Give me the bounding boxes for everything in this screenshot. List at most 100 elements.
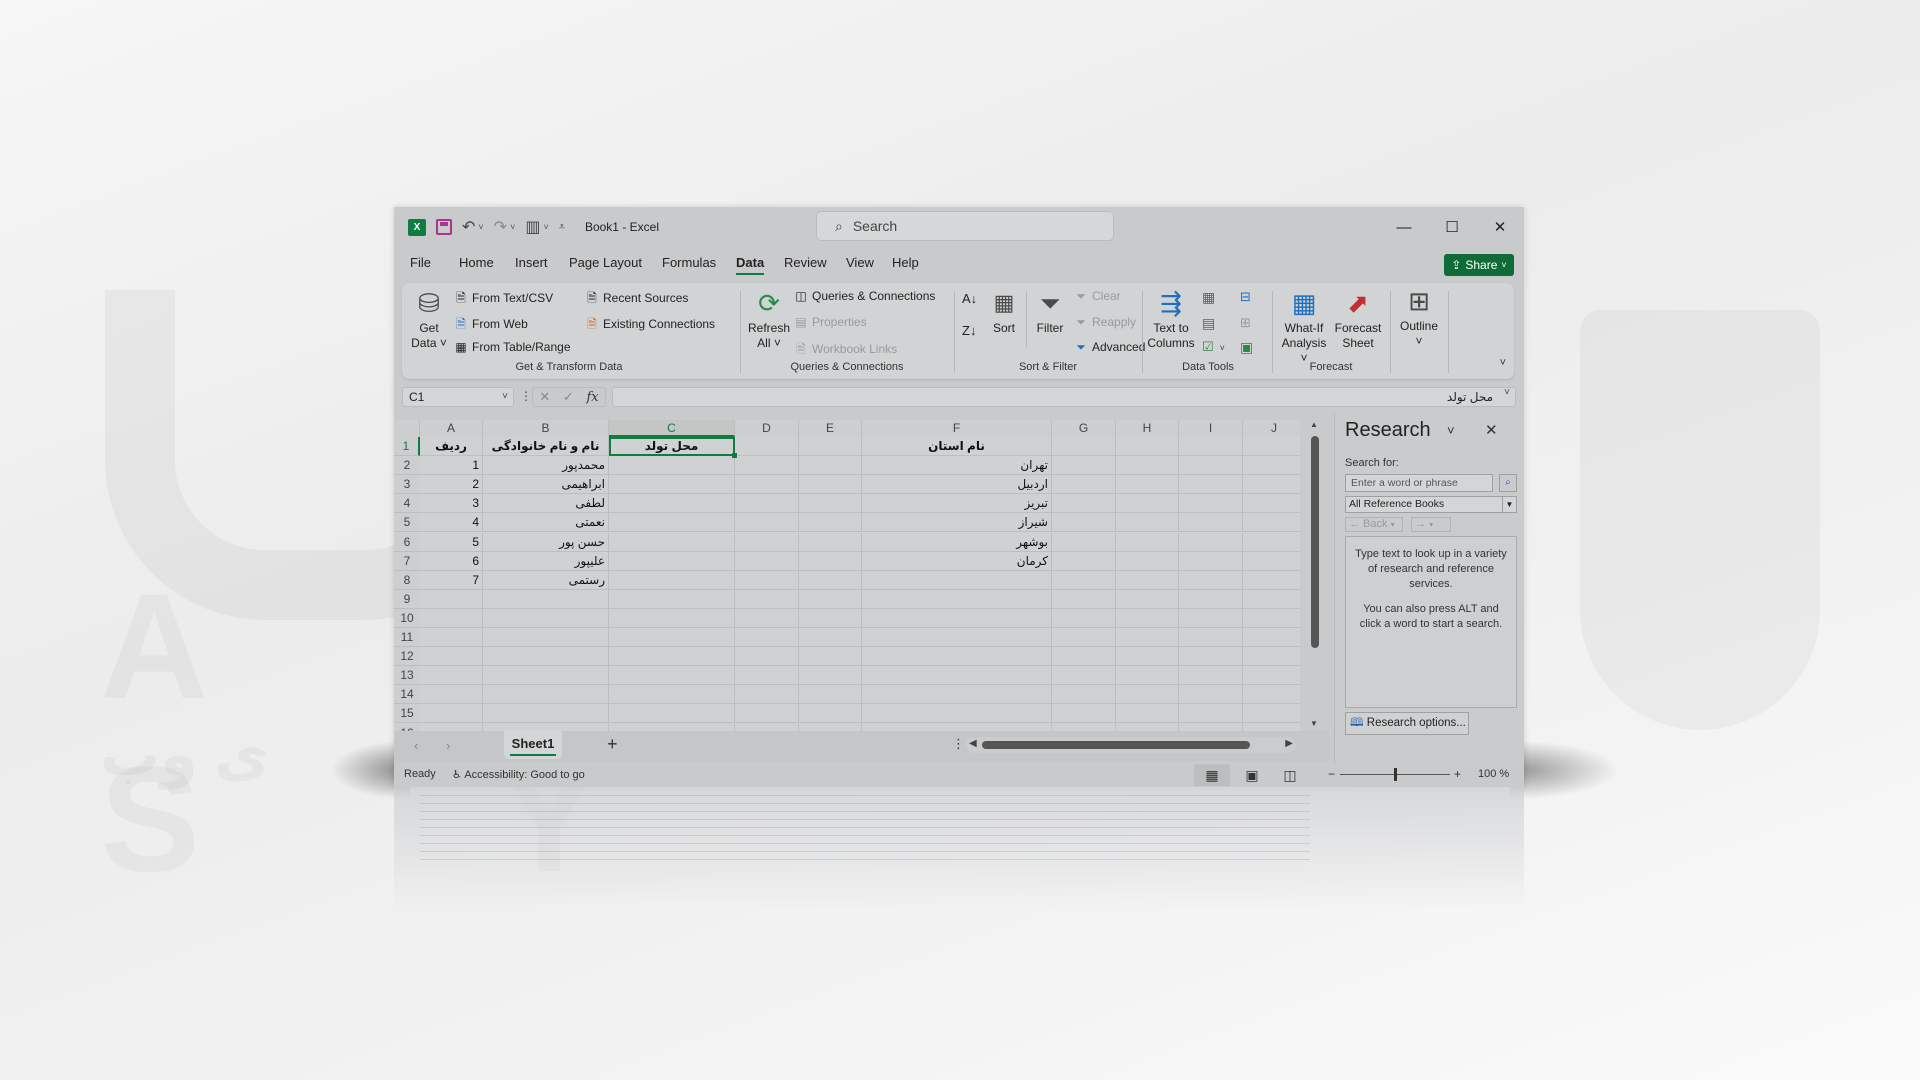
cell-b4[interactable]: لطفی [483, 494, 609, 514]
cell-f3[interactable]: اردبیل [862, 475, 1052, 495]
cell-i9[interactable] [1179, 589, 1243, 609]
cell-b9[interactable] [483, 589, 609, 609]
manage-data-model-button[interactable]: ▣ [1240, 339, 1253, 356]
zoom-out-button[interactable]: − [1328, 767, 1335, 781]
cell-h4[interactable] [1116, 494, 1179, 514]
tab-review[interactable]: Review [784, 255, 827, 270]
cell-h8[interactable] [1116, 570, 1179, 590]
cell-a7[interactable]: 6 [420, 551, 483, 571]
cell-b12[interactable] [483, 647, 609, 667]
from-text-csv-button[interactable]: 🗎 From Text/CSV [454, 289, 553, 310]
cell-j13[interactable] [1243, 666, 1300, 686]
name-box-dropdown-icon[interactable]: ˅ [502, 388, 508, 406]
cell-j8[interactable] [1243, 571, 1300, 590]
tab-view[interactable]: View [846, 255, 874, 270]
column-header-b[interactable]: B [483, 420, 609, 437]
cell-a15[interactable] [420, 704, 483, 724]
cell-j3[interactable] [1243, 475, 1300, 495]
horizontal-scrollbar[interactable]: ◀ ▶ [966, 737, 1296, 753]
cell-d14[interactable] [735, 685, 799, 705]
cell-d8[interactable] [735, 570, 799, 590]
column-header-f[interactable]: F [862, 420, 1052, 437]
scroll-left-icon[interactable]: ◀ [969, 738, 977, 749]
cell-g15[interactable] [1052, 704, 1116, 724]
cell-c2[interactable] [609, 456, 735, 476]
cell-c9[interactable] [609, 589, 735, 609]
cell-i14[interactable] [1179, 685, 1243, 705]
cell-a2[interactable]: 1 [420, 456, 483, 476]
sort-z-a-button[interactable]: Z↓ [962, 323, 976, 338]
cell-e10[interactable] [799, 608, 862, 628]
cell-b15[interactable] [483, 704, 609, 724]
cell-b14[interactable] [483, 685, 609, 705]
column-header-c[interactable]: C [609, 420, 735, 437]
column-header-i[interactable]: I [1179, 420, 1243, 437]
cell-d5[interactable] [735, 513, 799, 533]
outline-button[interactable]: ⊞ Outline ˅ [1396, 287, 1442, 349]
cell-a6[interactable]: 5 [420, 532, 483, 552]
cell-h12[interactable] [1116, 647, 1179, 667]
cell-a16[interactable] [420, 723, 483, 731]
cell-g12[interactable] [1052, 647, 1116, 667]
research-options-button[interactable]: 🕮 Research options... [1345, 712, 1469, 735]
collapse-ribbon-icon[interactable]: ˅ [1500, 357, 1506, 369]
column-header-e[interactable]: E [799, 420, 862, 437]
cell-e7[interactable] [799, 551, 862, 571]
sheet-tab-sheet1[interactable]: Sheet1 [504, 731, 562, 759]
refresh-all-button[interactable]: ⟳ Refresh All ˅ [747, 289, 791, 351]
expand-formula-bar-icon[interactable]: ˅ [1504, 387, 1510, 398]
zoom-level[interactable]: 100 % [1478, 768, 1509, 780]
cell-e8[interactable] [799, 570, 862, 590]
row-header-16[interactable]: 16 [394, 723, 420, 731]
cell-e2[interactable] [799, 456, 862, 476]
cell-g3[interactable] [1052, 475, 1116, 495]
cell-d10[interactable] [735, 608, 799, 628]
recent-sources-button[interactable]: 🗎 Recent Sources [585, 289, 688, 310]
insert-function-icon[interactable]: fx [586, 390, 598, 405]
cell-h6[interactable] [1116, 532, 1179, 552]
select-all-corner[interactable] [394, 420, 420, 437]
what-if-analysis-button[interactable]: ▦ What-If Analysis ˅ [1278, 289, 1330, 366]
cell-f16[interactable] [862, 723, 1052, 731]
from-table-range-button[interactable]: ▦ From Table/Range [454, 340, 570, 354]
cell-e14[interactable] [799, 685, 862, 705]
formula-bar-grip-icon[interactable]: ⋮ [520, 389, 532, 403]
cell-h1[interactable] [1116, 437, 1179, 457]
cell-a3[interactable]: 2 [420, 475, 483, 495]
cell-e9[interactable] [799, 589, 862, 609]
cell-g16[interactable] [1052, 723, 1116, 731]
tab-insert[interactable]: Insert [515, 255, 548, 270]
queries-connections-button[interactable]: ◫ Queries & Connections [794, 289, 935, 303]
row-header-3[interactable]: 3 [394, 475, 420, 495]
cell-d13[interactable] [735, 666, 799, 686]
cell-f15[interactable] [862, 704, 1052, 724]
chart-icon[interactable]: ▥ [525, 217, 540, 237]
cell-h9[interactable] [1116, 589, 1179, 609]
zoom-slider-knob[interactable] [1394, 768, 1397, 781]
cell-e1[interactable] [799, 437, 862, 457]
cell-c1[interactable]: محل تولد [609, 437, 735, 457]
text-to-columns-button[interactable]: ⇶ Text to Columns [1146, 289, 1196, 351]
cell-b3[interactable]: ابراهیمی [483, 475, 609, 495]
row-header-14[interactable]: 14 [394, 685, 420, 705]
confirm-entry-icon[interactable]: ✓ [563, 389, 574, 405]
cell-e5[interactable] [799, 513, 862, 533]
cell-f14[interactable] [862, 685, 1052, 705]
scroll-up-icon[interactable]: ▲ [1310, 420, 1318, 429]
cell-i10[interactable] [1179, 608, 1243, 628]
sort-button[interactable]: ▦ Sort [988, 289, 1020, 336]
forward-button[interactable]: → ▾ [1411, 517, 1451, 532]
cell-g10[interactable] [1052, 608, 1116, 628]
cell-g5[interactable] [1052, 513, 1116, 533]
cell-i2[interactable] [1179, 456, 1243, 476]
cell-f4[interactable]: تبریز [862, 494, 1052, 514]
cell-d16[interactable] [735, 723, 799, 731]
cell-h7[interactable] [1116, 551, 1179, 571]
cancel-entry-icon[interactable]: ✕ [539, 389, 550, 405]
get-data-button[interactable]: ⛁ Get Data ˅ [408, 289, 450, 351]
cell-e13[interactable] [799, 666, 862, 686]
fill-handle[interactable] [732, 453, 737, 459]
cell-d6[interactable] [735, 532, 799, 552]
cell-g8[interactable] [1052, 570, 1116, 590]
cell-g11[interactable] [1052, 628, 1116, 648]
